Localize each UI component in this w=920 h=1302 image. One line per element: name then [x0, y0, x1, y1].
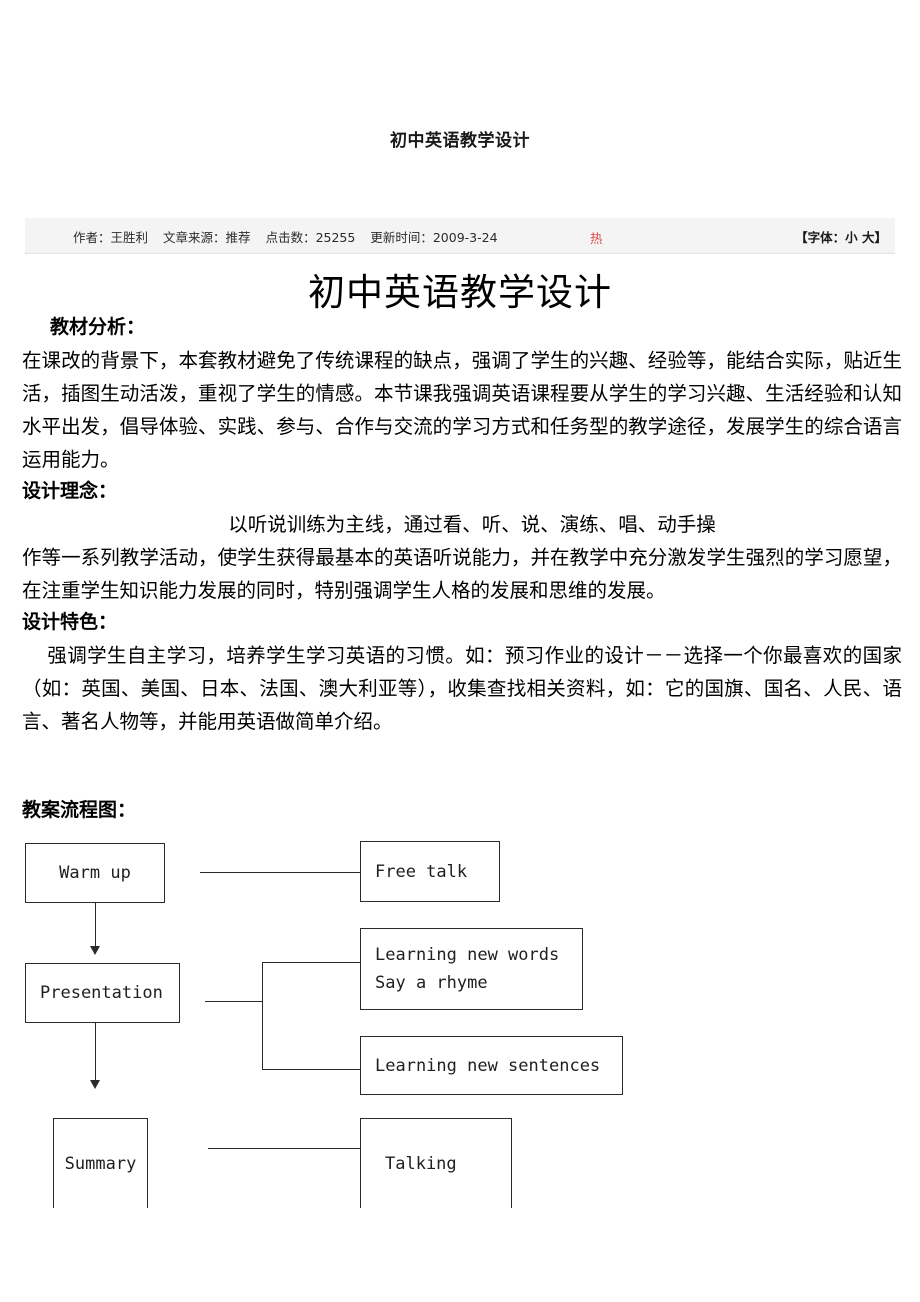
- flow-node-presentation-line-0: Presentation: [40, 983, 163, 1003]
- flow-node-warm-up-line-0: Warm up: [59, 863, 131, 883]
- flow-node-learning-new-words[interactable]: Learning new words Say a rhyme: [360, 928, 583, 1010]
- section-heading-sheji-linian: 设计理念：: [22, 480, 118, 502]
- meta-updated-label: 更新时间：: [370, 229, 433, 245]
- connector-branch-trunk: [262, 962, 263, 1070]
- connector-warmup-presentation: [95, 903, 96, 949]
- flow-node-free-talk[interactable]: Free talk: [360, 841, 500, 902]
- connector-branch-upper-arm: [262, 962, 361, 963]
- flow-node-learning-new-words-line-1: Say a rhyme: [375, 973, 488, 993]
- meta-updated-value: 2009-3-24: [432, 229, 498, 245]
- meta-inner: 作者：王胜利 文章来源：推荐 点击数：25255 更新时间：2009-3-24: [25, 218, 895, 254]
- flow-node-warm-up[interactable]: Warm up: [25, 843, 165, 903]
- meta-author: 作者：王胜利: [73, 227, 148, 246]
- font-size-control[interactable]: 【字体：小 大】: [795, 227, 887, 246]
- flowchart-heading: 教案流程图：: [22, 799, 137, 821]
- section-paragraph-jiaocai-fenxi: 在课改的背景下，本套教材避免了传统课程的缺点，强调了学生的兴趣、经验等，能结合实…: [22, 349, 902, 471]
- flow-node-presentation[interactable]: Presentation: [25, 963, 180, 1023]
- meta-hits-label: 点击数：: [265, 229, 316, 245]
- meta-source: 文章来源：推荐: [163, 227, 251, 246]
- flow-node-summary[interactable]: Summary: [53, 1118, 148, 1208]
- flow-node-talking[interactable]: Talking: [360, 1118, 512, 1208]
- flow-node-free-talk-line-0: Free talk: [375, 861, 468, 882]
- flow-node-talking-line-0: Talking: [385, 1153, 457, 1174]
- section-paragraph-sheji-tese: 强调学生自主学习，培养学生学习英语的习惯。如：预习作业的设计－－选择一个你最喜欢…: [22, 644, 902, 733]
- flow-node-summary-line-0: Summary: [64, 1153, 137, 1174]
- section-centered-line-sheji-linian: 以听说训练为主线，通过看、听、说、演练、唱、动手操: [228, 513, 716, 536]
- connector-presentation-summary: [95, 1023, 96, 1083]
- page-title: 初中英语教学设计: [390, 131, 530, 151]
- arrow-down-summary: [90, 1080, 100, 1089]
- section-paragraph-sheji-linian: 作等一系列教学活动，使学生获得最基本的英语听说能力，并在教学中充分激发学生强烈的…: [22, 546, 902, 602]
- connector-branch-lower-arm: [262, 1069, 361, 1070]
- meta-hits-value: 25255: [315, 229, 356, 245]
- arrow-down-presentation: [90, 946, 100, 955]
- connector-presentation-branch-stub: [205, 1001, 262, 1002]
- flow-node-learning-new-words-line-0: Learning new words: [375, 945, 560, 965]
- connector-summary-talking: [208, 1148, 360, 1149]
- meta-author-value: 王胜利: [110, 229, 149, 245]
- article-title: 初中英语教学设计: [308, 271, 612, 314]
- meta-source-label: 文章来源：: [163, 229, 226, 245]
- flow-node-learning-new-sentences[interactable]: Learning new sentences: [360, 1036, 623, 1095]
- meta-hits: 点击数：25255: [266, 227, 356, 246]
- meta-left-group: 作者：王胜利 文章来源：推荐 点击数：25255 更新时间：2009-3-24: [73, 227, 513, 246]
- section-heading-sheji-tese: 设计特色：: [22, 611, 118, 633]
- article-body: 教材分析： 在课改的背景下，本套教材避免了传统课程的缺点，强调了学生的兴趣、经验…: [22, 312, 902, 738]
- meta-author-label: 作者：: [73, 229, 111, 245]
- hot-badge: 热: [590, 231, 603, 246]
- article-meta-bar: 作者：王胜利 文章来源：推荐 点击数：25255 更新时间：2009-3-24 …: [25, 218, 895, 254]
- connector-warmup-freetalk: [200, 872, 360, 873]
- flow-node-learning-new-sentences-line-0: Learning new sentences: [375, 1055, 601, 1076]
- meta-source-value[interactable]: 推荐: [226, 230, 251, 245]
- section-heading-jiaocai-fenxi: 教材分析：: [50, 316, 146, 338]
- meta-updated: 更新时间：2009-3-24: [370, 227, 497, 246]
